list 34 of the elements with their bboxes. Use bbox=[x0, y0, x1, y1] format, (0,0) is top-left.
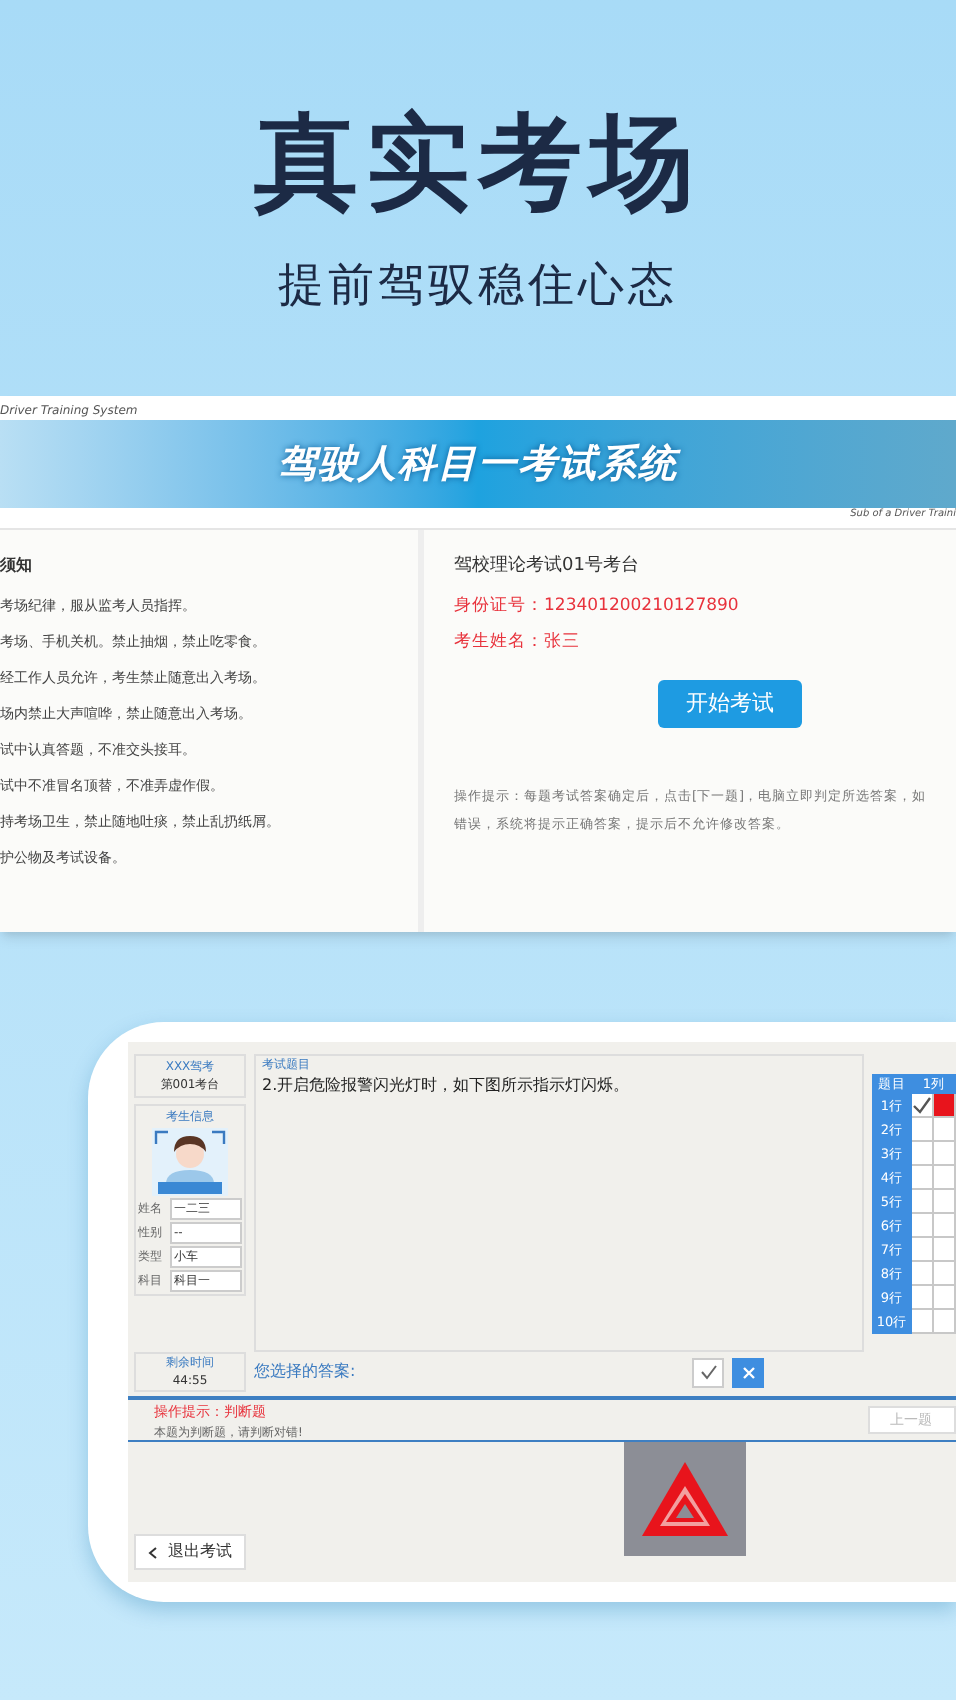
close-icon bbox=[741, 1365, 755, 1379]
grid-cell bbox=[912, 1214, 934, 1238]
id-number: 身份证号：123401200210127890 bbox=[454, 593, 741, 619]
grid-cell bbox=[934, 1310, 956, 1334]
grid-cell bbox=[934, 1238, 956, 1262]
banner-title: 驾驶人科目一考试系统 bbox=[278, 439, 678, 490]
grid-cell bbox=[912, 1166, 934, 1190]
grid-cell bbox=[912, 1310, 934, 1334]
answer-label: 您选择的答案: bbox=[254, 1360, 358, 1384]
notice-title: 须知 bbox=[0, 554, 34, 578]
start-exam-button[interactable]: 开始考试 bbox=[658, 680, 802, 728]
grid-cell bbox=[912, 1190, 934, 1214]
avatar-icon bbox=[152, 1128, 228, 1196]
grid-cell bbox=[912, 1238, 934, 1262]
grid-cell bbox=[934, 1166, 956, 1190]
exit-exam-button[interactable]: 退出考试 bbox=[134, 1534, 246, 1570]
true-button[interactable] bbox=[692, 1357, 724, 1387]
grid-cell bbox=[912, 1142, 934, 1166]
grid-cell bbox=[934, 1118, 956, 1142]
station-title: 驾校理论考试01号考台 bbox=[454, 554, 641, 580]
grid-cell bbox=[934, 1286, 956, 1310]
candidate-name: 考生姓名：张三 bbox=[454, 630, 582, 656]
back-chevron-icon bbox=[148, 1545, 158, 1559]
grid-cell bbox=[912, 1262, 934, 1286]
question-text: 2.开启危险报警闪光灯时，如下图所示指示灯闪烁。 bbox=[262, 1074, 632, 1098]
headline-subtitle: 提前驾驭稳住心态 bbox=[278, 258, 678, 316]
check-icon bbox=[699, 1364, 717, 1380]
grid-cell bbox=[934, 1190, 956, 1214]
headline-title: 真实考场 bbox=[254, 104, 702, 224]
grid-cell bbox=[934, 1262, 956, 1286]
grid-cell bbox=[912, 1286, 934, 1310]
grid-cell bbox=[934, 1214, 956, 1238]
false-button[interactable] bbox=[732, 1357, 764, 1387]
grid-cell bbox=[934, 1142, 956, 1166]
